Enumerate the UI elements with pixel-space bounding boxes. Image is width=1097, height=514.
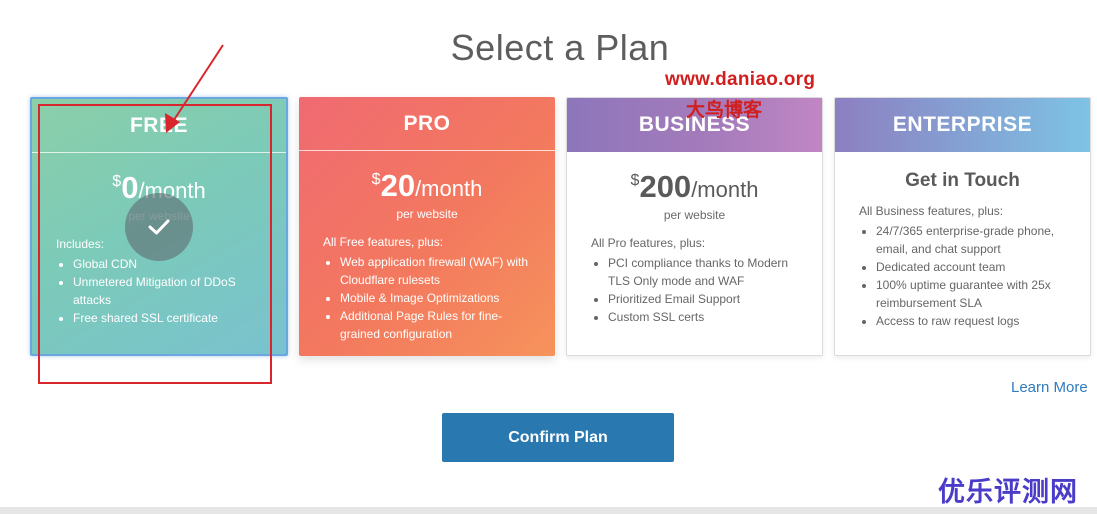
- feature-item: Dedicated account team: [876, 258, 1068, 276]
- price-currency: $: [630, 172, 640, 189]
- feature-intro: All Free features, plus:: [323, 235, 444, 249]
- feature-list: All Pro features, plus: PCI compliance t…: [567, 234, 822, 326]
- footer-divider: [0, 507, 1097, 514]
- feature-item: Prioritized Email Support: [608, 290, 800, 308]
- feature-intro: All Pro features, plus:: [591, 236, 706, 250]
- feature-item: Custom SSL certs: [608, 308, 800, 326]
- price-amount: 200: [639, 169, 692, 204]
- price-currency: $: [371, 171, 381, 188]
- feature-item: Unmetered Mitigation of DDoS attacks: [73, 273, 264, 309]
- feature-list: All Free features, plus: Web application…: [299, 233, 555, 343]
- feature-item: Free shared SSL certificate: [73, 309, 264, 327]
- feature-item: PCI compliance thanks to Modern TLS Only…: [608, 254, 800, 290]
- price-period: /month: [691, 177, 759, 202]
- plan-card-enterprise[interactable]: ENTERPRISE Get in Touch All Business fea…: [834, 97, 1091, 356]
- plan-name: FREE: [32, 99, 286, 153]
- plan-name: PRO: [299, 97, 555, 151]
- feature-item: Additional Page Rules for fine-grained c…: [340, 307, 533, 343]
- feature-list: All Business features, plus: 24/7/365 en…: [835, 202, 1090, 330]
- confirm-plan-button[interactable]: Confirm Plan: [442, 413, 674, 462]
- plan-name: ENTERPRISE: [835, 98, 1090, 152]
- check-icon: [125, 193, 193, 261]
- page-title: Select a Plan: [450, 27, 670, 68]
- learn-more-link[interactable]: Learn More: [1011, 379, 1088, 396]
- feature-intro: All Business features, plus:: [859, 204, 1004, 218]
- plan-card-free[interactable]: FREE $0/month per website Includes: Glob…: [30, 97, 288, 356]
- price-period: /month: [415, 176, 483, 201]
- plan-card-business[interactable]: BUSINESS $200/month per website All Pro …: [566, 97, 823, 356]
- feature-item: Mobile & Image Optimizations: [340, 289, 533, 307]
- feature-item: Access to raw request logs: [876, 312, 1068, 330]
- plan-card-pro[interactable]: PRO $20/month per website All Free featu…: [299, 97, 555, 356]
- plan-price: $200/month: [567, 170, 822, 204]
- price-amount: 0: [121, 170, 139, 205]
- price-unit: per website: [663, 208, 726, 222]
- feature-item: Web application firewall (WAF) with Clou…: [340, 253, 533, 289]
- contact-heading: Get in Touch: [905, 170, 1020, 191]
- price-currency: $: [112, 173, 122, 190]
- feature-item: 100% uptime guarantee with 25x reimburse…: [876, 276, 1068, 312]
- watermark-corner: 优乐评测网: [938, 477, 1078, 507]
- watermark-url: www.daniao.org: [665, 69, 816, 90]
- feature-item: 24/7/365 enterprise-grade phone, email, …: [876, 222, 1068, 258]
- watermark-site-name: 大鸟博客: [686, 100, 763, 121]
- price-unit: per website: [396, 207, 458, 221]
- plan-price: $20/month: [299, 169, 555, 203]
- price-amount: 20: [380, 168, 416, 203]
